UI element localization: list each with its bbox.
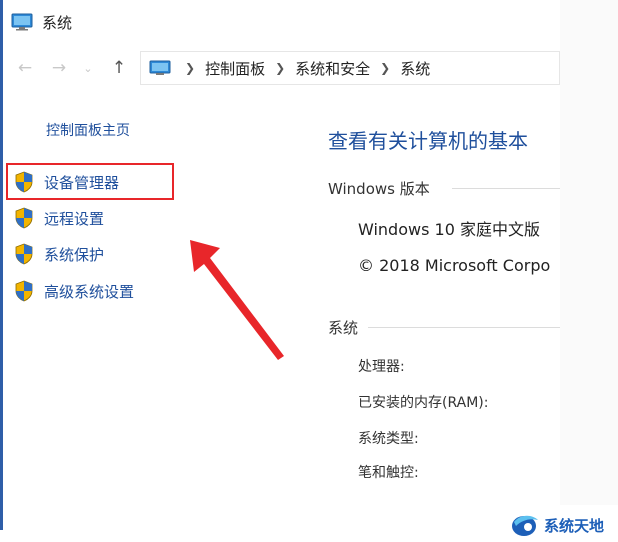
system-section-label: 系统 <box>328 319 359 337</box>
window-left-border <box>0 0 3 530</box>
highlight-box <box>6 163 174 200</box>
forward-arrow-icon[interactable]: → <box>48 57 70 79</box>
computer-icon <box>11 13 33 31</box>
navigation-bar: ← → ⌄ ↑ ❯ 控制面板 ❯ 系统和安全 ❯ 系统 <box>14 51 560 85</box>
title-bar: 系统 <box>10 8 72 36</box>
chevron-right-icon: ❯ <box>380 61 391 75</box>
section-divider <box>368 327 560 328</box>
breadcrumb-system-security[interactable]: 系统和安全 <box>295 58 370 79</box>
windows-edition-label: Windows 版本 <box>328 180 430 198</box>
site-logo-icon <box>512 515 538 536</box>
copyright-text: © 2018 Microsoft Corpo <box>358 256 551 275</box>
uac-shield-icon <box>15 243 33 265</box>
up-arrow-icon[interactable]: ↑ <box>108 57 130 79</box>
page-heading: 查看有关计算机的基本 <box>328 129 528 153</box>
cropped-window-area <box>560 0 618 505</box>
back-arrow-icon[interactable]: ← <box>14 57 36 79</box>
chevron-right-icon: ❯ <box>185 61 196 75</box>
watermark-text: 系统天地 <box>544 516 605 535</box>
address-bar[interactable]: ❯ 控制面板 ❯ 系统和安全 ❯ 系统 <box>140 51 560 85</box>
breadcrumb-system[interactable]: 系统 <box>400 58 430 79</box>
sidebar-item-label: 高级系统设置 <box>44 282 135 301</box>
section-divider <box>452 188 560 189</box>
recent-locations-chevron-icon[interactable]: ⌄ <box>82 57 94 79</box>
breadcrumb-control-panel[interactable]: 控制面板 <box>205 58 265 79</box>
sidebar-item-label: 系统保护 <box>44 245 105 264</box>
installed-ram-label: 已安装的内存(RAM): <box>358 395 489 411</box>
system-type-label: 系统类型: <box>358 431 419 447</box>
sidebar-item-remote-settings[interactable]: 远程设置 <box>14 206 104 230</box>
control-panel-icon <box>149 60 171 75</box>
sidebar-item-label: 远程设置 <box>44 209 105 228</box>
windows-edition-value: Windows 10 家庭中文版 <box>358 220 540 239</box>
watermark: 系统天地 <box>510 512 604 538</box>
sidebar-item-system-protection[interactable]: 系统保护 <box>14 242 104 266</box>
annotation-arrow-icon <box>190 240 284 360</box>
uac-shield-icon <box>15 207 33 229</box>
uac-shield-icon <box>15 280 33 302</box>
control-panel-home-link[interactable]: 控制面板主页 <box>46 120 130 140</box>
chevron-right-icon: ❯ <box>275 61 286 75</box>
sidebar-item-advanced-settings[interactable]: 高级系统设置 <box>14 279 134 303</box>
pen-touch-label: 笔和触控: <box>358 465 419 481</box>
window-title: 系统 <box>42 13 73 32</box>
processor-label: 处理器: <box>358 359 405 375</box>
system-window: 系统 ← → ⌄ ↑ ❯ 控制面板 ❯ 系统和安全 ❯ 系统 控制面板主页 设备… <box>0 0 618 542</box>
